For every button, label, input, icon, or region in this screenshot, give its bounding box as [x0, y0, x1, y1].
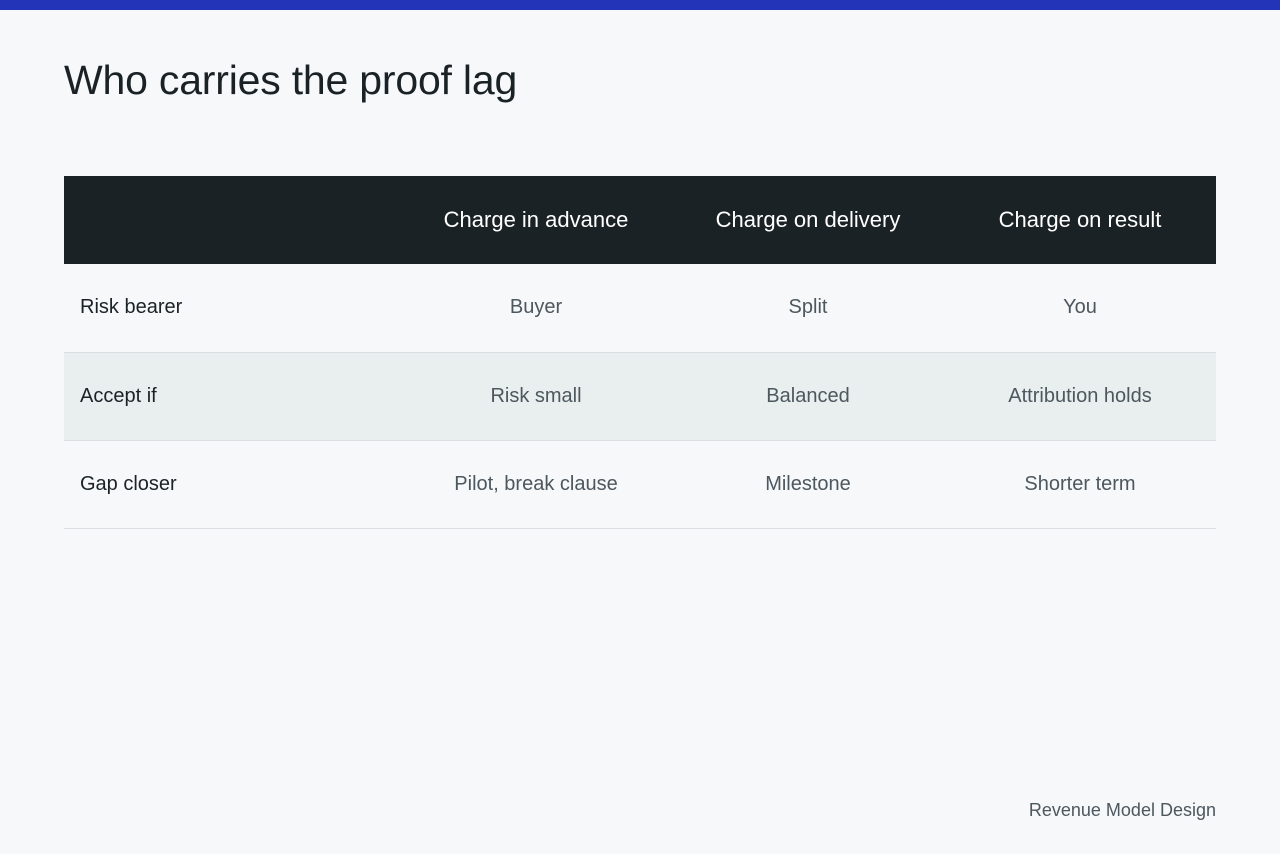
table-cell: Attribution holds: [1008, 384, 1152, 407]
table-header-row: Charge in advance Charge on delivery Cha…: [64, 176, 1216, 264]
comparison-table: Charge in advance Charge on delivery Cha…: [64, 176, 1216, 529]
table-row: Risk bearer Buyer Split You: [64, 264, 1216, 352]
accent-top-bar: [0, 0, 1280, 10]
table-row: Accept if Risk small Balanced Attributio…: [64, 352, 1216, 440]
table-cell: Balanced: [766, 384, 850, 407]
column-header-charge-in-advance: Charge in advance: [443, 207, 629, 232]
page-title: Who carries the proof lag: [64, 57, 518, 103]
table-cell: Milestone: [765, 472, 851, 495]
row-label-gap-closer: Gap closer: [80, 472, 177, 495]
column-header-charge-on-delivery: Charge on delivery: [715, 207, 901, 232]
table-row: Gap closer Pilot, break clause Milestone…: [64, 440, 1216, 528]
row-label-risk-bearer: Risk bearer: [80, 296, 183, 319]
table-corner-cell: [64, 176, 400, 264]
column-header-charge-on-result: Charge on result: [998, 207, 1162, 232]
footer-label: Revenue Model Design: [1028, 800, 1216, 820]
table-cell: Buyer: [509, 296, 563, 319]
table-cell: Shorter term: [1024, 472, 1136, 495]
table-cell: You: [1063, 296, 1097, 319]
table-cell: Pilot, break clause: [454, 472, 618, 495]
table-cell: Risk small: [490, 384, 582, 407]
row-label-accept-if: Accept if: [80, 384, 157, 407]
table-cell: Split: [788, 296, 828, 319]
